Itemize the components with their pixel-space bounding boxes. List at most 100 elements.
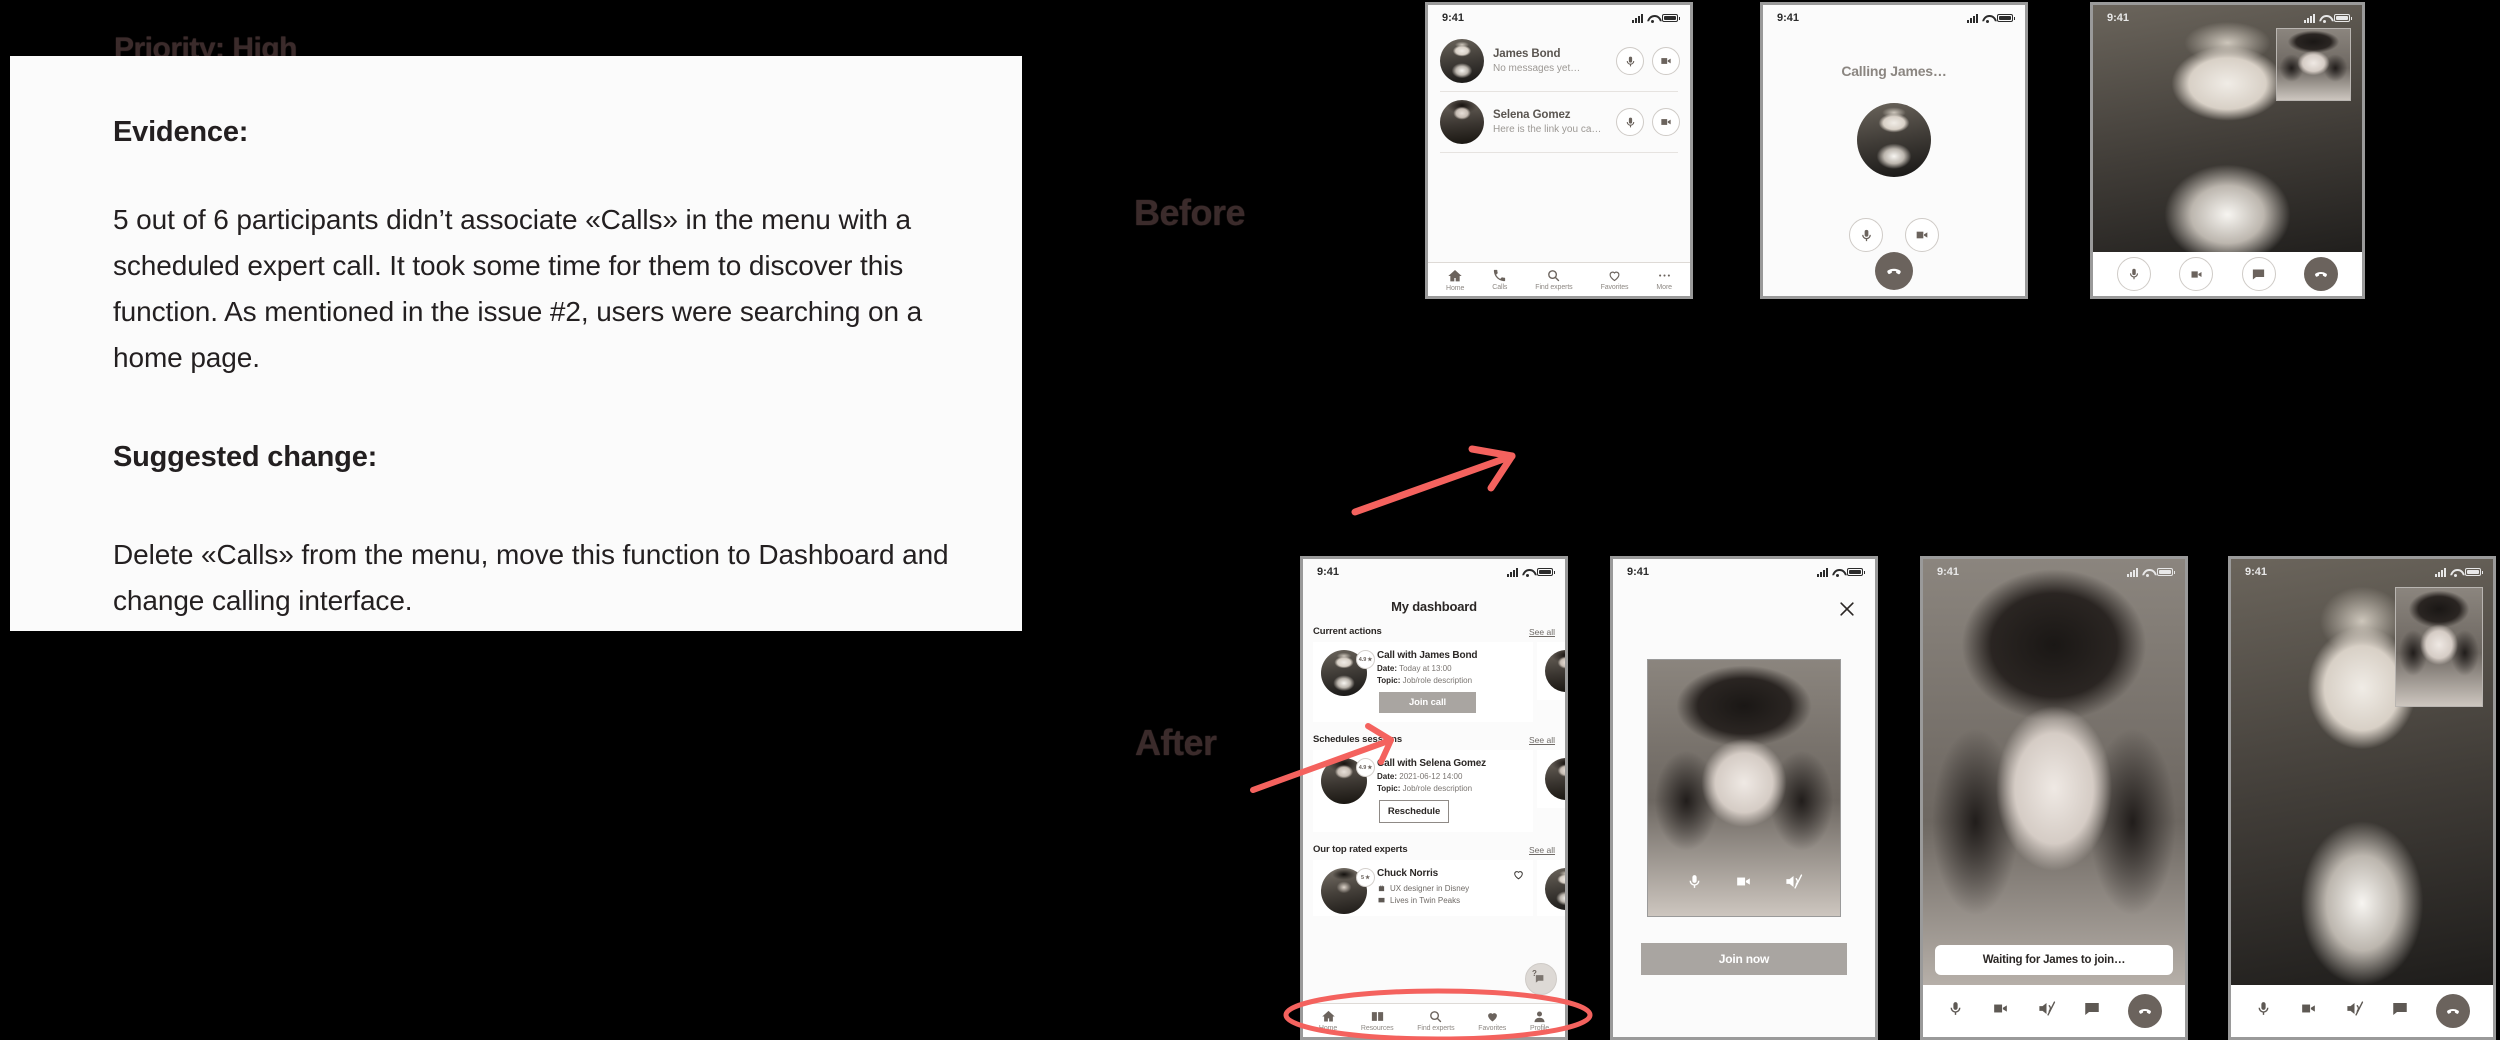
card-strip: 5 ★ Chuck Norris UX designer in Disney L…: [1303, 860, 1565, 916]
hangup-phone-icon[interactable]: [2303, 257, 2338, 291]
signal-icon: [1817, 567, 1828, 577]
list-item[interactable]: 4.9 ★ Call with James Bond Date: Today at…: [1313, 642, 1533, 722]
video-camera-icon[interactable]: [1734, 872, 1753, 896]
bottom-tab-bar: Home Calls Find experts Favorites More: [1428, 262, 1690, 296]
evidence-body: 5 out of 6 participants didn’t associate…: [113, 204, 923, 373]
home-icon: [1448, 269, 1462, 281]
heart-outline-icon[interactable]: [1512, 868, 1525, 881]
microphone-icon[interactable]: [1616, 108, 1644, 136]
join-call-button[interactable]: Join call: [1379, 692, 1476, 713]
status-bar: 9:41: [2231, 559, 2493, 585]
speaker-muted-icon[interactable]: [2037, 999, 2056, 1023]
video-camera-icon[interactable]: [1905, 218, 1939, 252]
video-camera-icon[interactable]: [1652, 108, 1680, 136]
list-item-peek[interactable]: [1537, 860, 1565, 916]
list-item-peek[interactable]: [1537, 750, 1565, 808]
list-item-peek[interactable]: [1537, 642, 1565, 700]
sidebar-item-find-experts[interactable]: Find experts: [1417, 1009, 1455, 1032]
battery-icon: [1997, 14, 2015, 22]
sidebar-item-home[interactable]: Home: [1446, 268, 1464, 292]
see-all-link[interactable]: See all: [1529, 845, 1555, 855]
call-controls: [1763, 218, 2025, 252]
tab-label: Find experts: [1535, 284, 1573, 291]
video-camera-icon[interactable]: [2179, 257, 2214, 291]
expert-name: Chuck Norris: [1377, 868, 1438, 879]
reschedule-button[interactable]: Reschedule: [1379, 800, 1449, 823]
microphone-icon[interactable]: [1686, 873, 1703, 895]
rating-value: 5: [1361, 874, 1365, 881]
join-now-button[interactable]: Join now: [1641, 943, 1847, 975]
rating-badge: 4.9 ★: [1356, 758, 1375, 777]
wifi-icon: [2319, 14, 2330, 23]
after-label: After: [1135, 722, 1217, 763]
speaker-muted-icon[interactable]: [2345, 999, 2364, 1023]
rating-value: 4.9: [1358, 656, 1367, 663]
phone-before-chat-list: 9:41 James Bond No messages yet… Selena …: [1425, 2, 1693, 299]
chat-bubble-icon[interactable]: [2241, 257, 2276, 291]
avatar: [1545, 650, 1565, 692]
sidebar-item-more[interactable]: More: [1656, 268, 1672, 291]
wifi-icon: [1522, 568, 1533, 577]
battery-icon: [2465, 568, 2483, 576]
tab-label: Resources: [1360, 1025, 1394, 1032]
status-time: 9:41: [1627, 566, 1650, 578]
microphone-icon[interactable]: [1849, 218, 1883, 252]
chat-row[interactable]: James Bond No messages yet…: [1428, 31, 1690, 91]
battery-icon: [1662, 14, 1680, 22]
topic-label: Topic:: [1377, 676, 1401, 685]
star-icon: ★: [1367, 656, 1373, 663]
date-label: Date:: [1377, 664, 1398, 673]
chat-bubble-icon[interactable]: [2391, 1000, 2409, 1023]
date-value: Today at 13:00: [1399, 664, 1452, 673]
chat-bubble-icon[interactable]: [2083, 1000, 2101, 1023]
sidebar-item-calls[interactable]: Calls: [1492, 268, 1507, 291]
phone-icon: [1494, 269, 1506, 282]
search-icon: [1548, 270, 1560, 282]
video-camera-icon[interactable]: [1991, 999, 2010, 1023]
self-view-thumbnail[interactable]: [2276, 28, 2351, 101]
topic-value: Job/role description: [1402, 676, 1473, 685]
person-icon: [1534, 1011, 1545, 1023]
see-all-link[interactable]: See all: [1529, 735, 1555, 745]
self-view-thumbnail[interactable]: [2395, 587, 2483, 707]
call-controls: [1923, 985, 2185, 1037]
wifi-icon: [1982, 14, 1993, 23]
video-camera-icon[interactable]: [2299, 999, 2318, 1023]
close-icon[interactable]: [1837, 599, 1857, 623]
heart-filled-icon: [1487, 1013, 1497, 1022]
sidebar-item-favorites[interactable]: Favorites: [1601, 268, 1629, 291]
page-title: My dashboard: [1391, 599, 1477, 614]
microphone-icon[interactable]: [2255, 1000, 2272, 1022]
sidebar-item-profile[interactable]: Profile: [1530, 1009, 1549, 1032]
status-time: 9:41: [2245, 566, 2268, 578]
hangup-phone-icon[interactable]: [2127, 994, 2162, 1028]
video-preview[interactable]: [1647, 659, 1841, 917]
bottom-tab-bar: Home Resources Find experts Favorites Pr…: [1303, 1003, 1565, 1037]
video-camera-icon[interactable]: [1652, 47, 1680, 75]
tab-label: Favorites: [1478, 1025, 1507, 1032]
sidebar-item-find-experts[interactable]: Find experts: [1535, 268, 1573, 291]
sidebar-item-home[interactable]: Home: [1319, 1009, 1337, 1032]
list-item[interactable]: 4.9 ★ Call with Selena Gomez Date: 2021-0…: [1313, 750, 1533, 832]
microphone-icon[interactable]: [2117, 257, 2152, 291]
signal-icon: [1507, 567, 1518, 577]
chat-row[interactable]: Selena Gomez Here is the link you ca…: [1428, 92, 1690, 152]
hangup-phone-icon[interactable]: [2435, 994, 2470, 1028]
speaker-muted-icon[interactable]: [1784, 872, 1803, 896]
see-all-link[interactable]: See all: [1529, 627, 1555, 637]
sidebar-item-resources[interactable]: Resources: [1361, 1009, 1394, 1032]
microphone-icon[interactable]: [1947, 1000, 1964, 1022]
annotation-arrow-calls-tab: [1351, 445, 1516, 516]
status-badge: Waiting for James to join…: [1935, 945, 2173, 975]
wifi-icon: [1832, 568, 1843, 577]
contact-name: James Bond: [1493, 48, 1561, 60]
topic-label: Topic:: [1377, 784, 1401, 793]
hangup-phone-icon[interactable]: [1875, 252, 1913, 290]
microphone-icon[interactable]: [1616, 47, 1644, 75]
expert-location-label: Lives in Twin Peaks: [1390, 896, 1461, 905]
list-item[interactable]: 5 ★ Chuck Norris UX designer in Disney L…: [1313, 860, 1533, 916]
sidebar-item-favorites[interactable]: Favorites: [1478, 1009, 1506, 1032]
before-label: Before: [1134, 192, 1246, 233]
card-strip: 4.9 ★ Call with James Bond Date: Today at…: [1303, 642, 1565, 722]
help-chat-icon[interactable]: ?: [1525, 963, 1557, 995]
